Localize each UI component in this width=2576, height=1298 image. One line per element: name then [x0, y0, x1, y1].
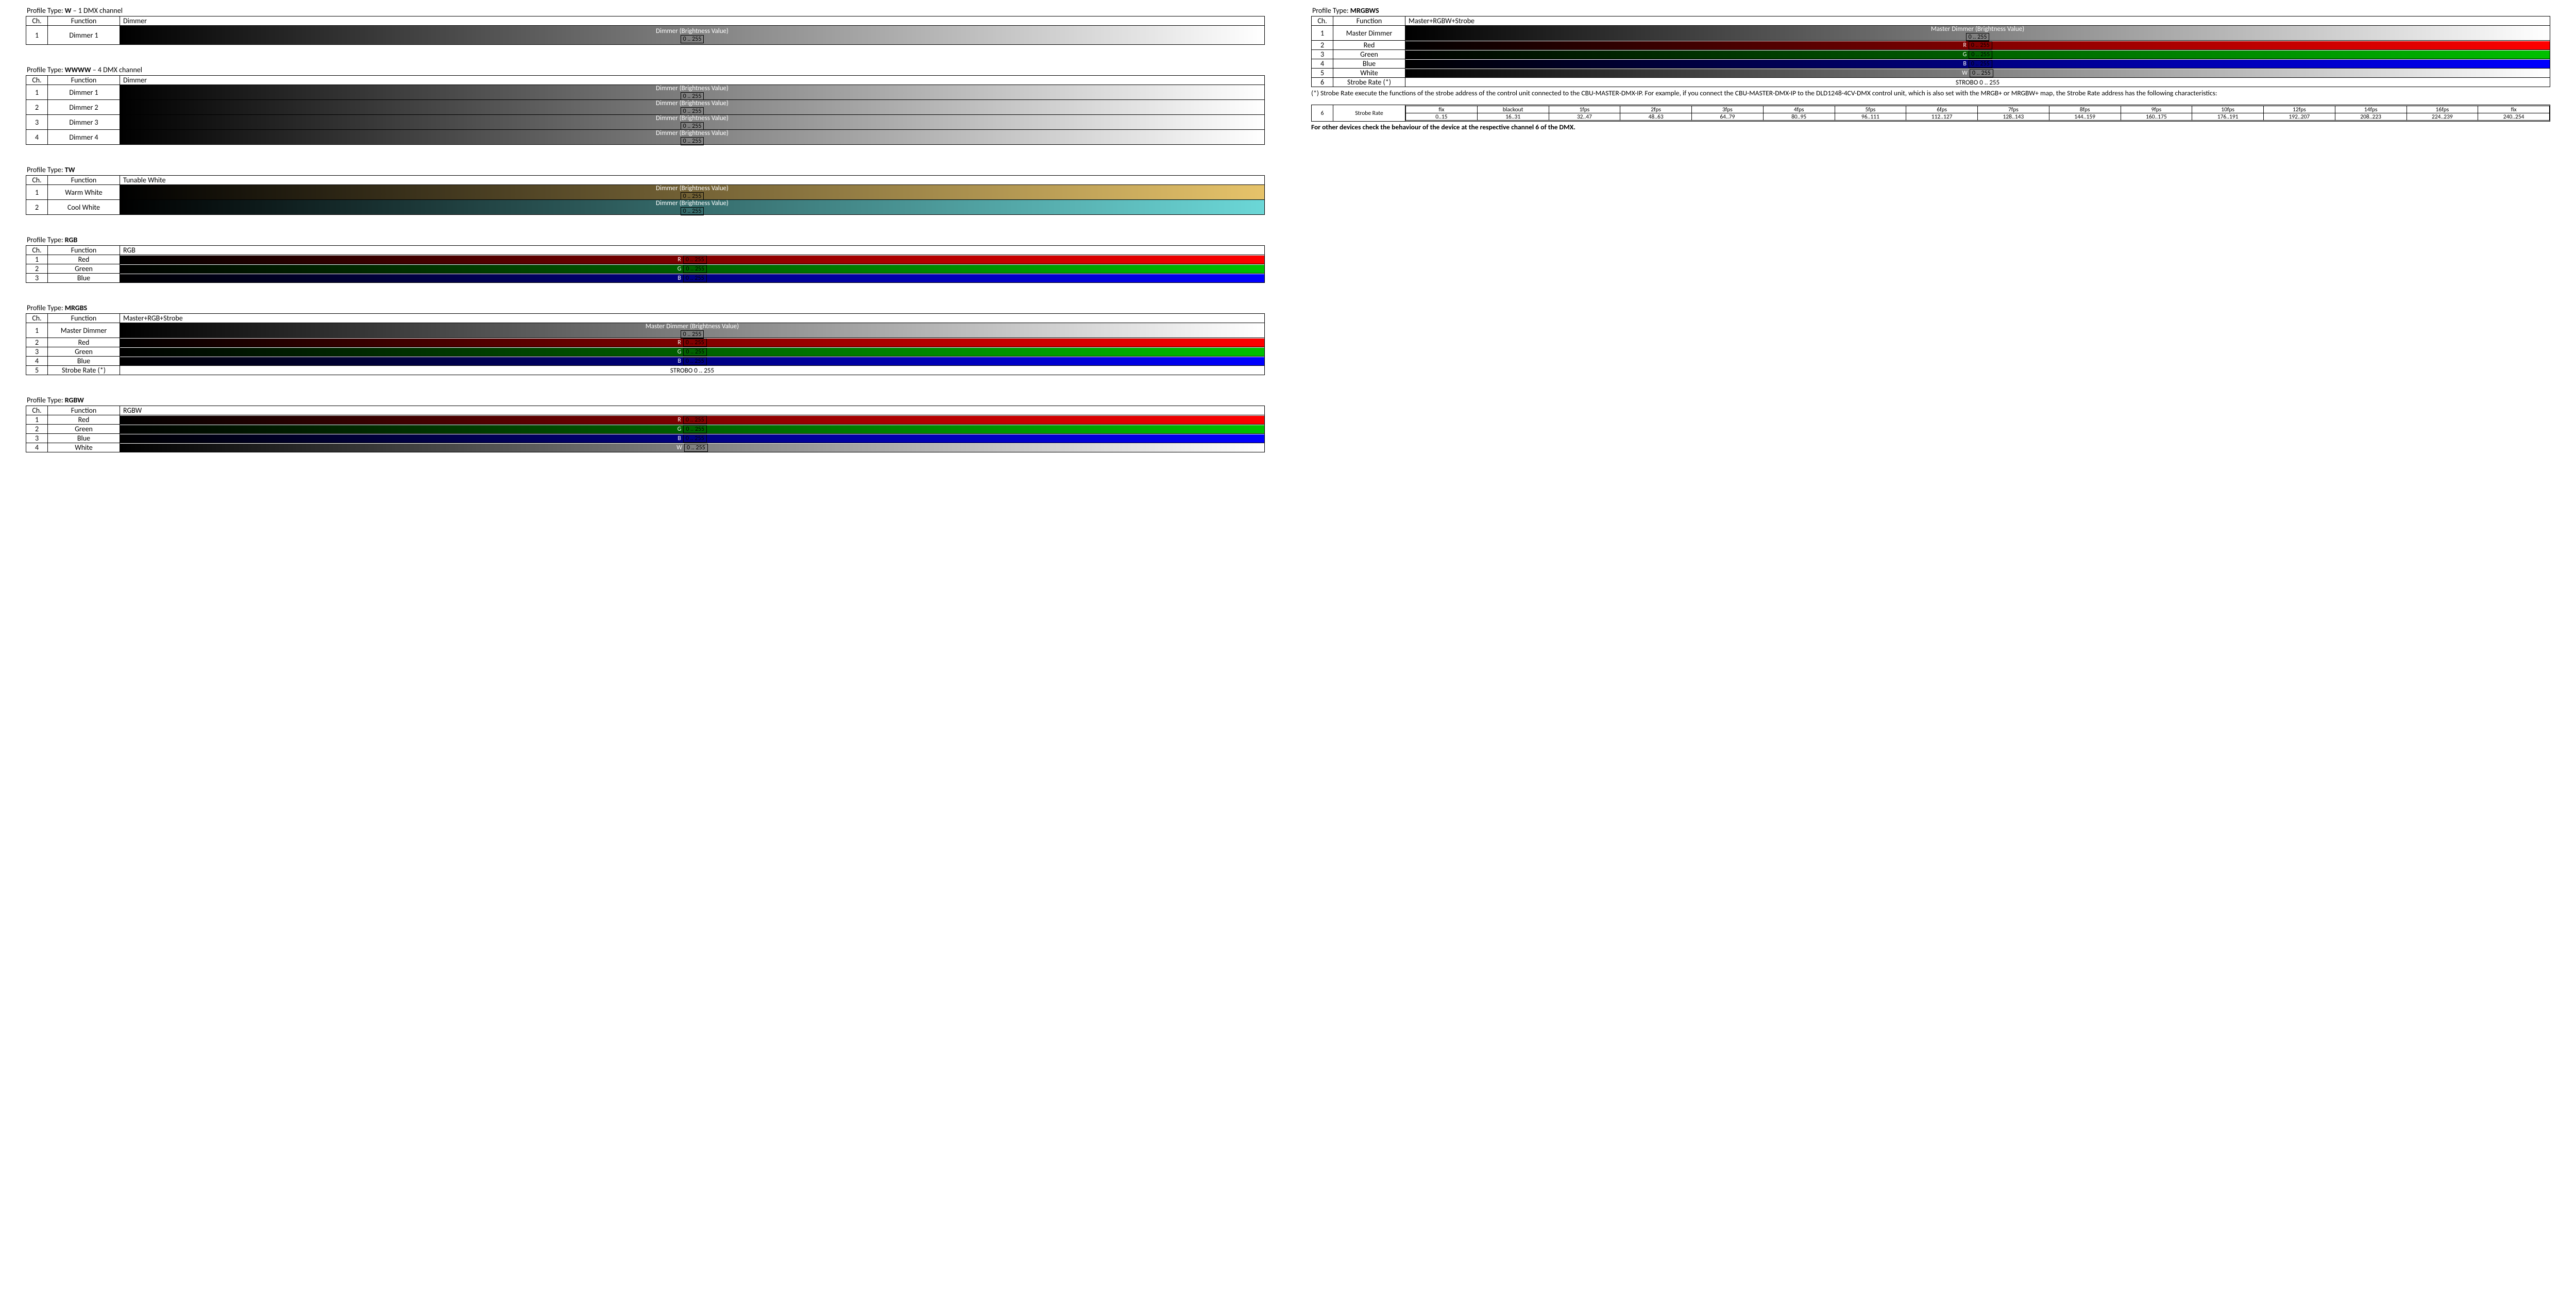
gradient-bar: B0 .. 255: [1405, 60, 2550, 68]
gradient-bar: R0 .. 255: [1405, 41, 2550, 49]
footnote-strobe: (*) Strobe Rate execute the functions of…: [1311, 89, 2550, 98]
th-fn: Function: [48, 16, 120, 26]
strobe-rate-table: 6 Strobe Rate fix blackout 1fps 2fps 3fp…: [1311, 105, 2550, 122]
profile-table: Ch. Function RGBW 1RedR0 .. 255 2GreenG0…: [26, 406, 1265, 452]
gradient-bar: W0 .. 255: [120, 444, 1264, 452]
profile-table: Ch. Function Tunable White 1Warm WhiteDi…: [26, 175, 1265, 215]
gradient-bar: Dimmer (Brightness Value)0 .. 255: [120, 115, 1264, 129]
profile-table: Ch. Function Master+RGB+Strobe 1Master D…: [26, 313, 1265, 375]
gradient-bar: R0 .. 255: [120, 256, 1264, 264]
gradient-bar: B0 .. 255: [120, 434, 1264, 443]
profile-title: Profile Type: TW: [27, 165, 1265, 174]
profile-title: Profile Type: MRGBWS: [1312, 6, 2550, 15]
gradient-bar: Dimmer (Brightness Value) 0 .. 255: [120, 26, 1264, 44]
profile-W: Profile Type: W – 1 DMX channel Ch. Func…: [26, 6, 1265, 45]
gradient-bar: G0 .. 255: [120, 425, 1264, 433]
profile-title: Profile Type: RGBW: [27, 396, 1265, 404]
strobe-labels-row: fix blackout 1fps 2fps 3fps 4fps 5fps 6f…: [1406, 106, 2550, 113]
th-ch: Ch.: [26, 16, 48, 26]
profile-WWWW: Profile Type: WWWW – 4 DMX channel Ch. F…: [26, 65, 1265, 145]
profile-RGB: Profile Type: RGB Ch. Function RGB 1RedR…: [26, 235, 1265, 283]
gradient-bar: G0 .. 255: [120, 265, 1264, 273]
gradient-bar: Master Dimmer (Brightness Value)0 .. 255: [120, 323, 1264, 338]
gradient-bar: Dimmer (Brightness Value)0 .. 255: [120, 130, 1264, 144]
profile-title: Profile Type: W – 1 DMX channel: [27, 6, 1265, 15]
gradient-bar: Master Dimmer (Brightness Value)0 .. 255: [1405, 26, 2550, 40]
strobe-rate-grid: fix blackout 1fps 2fps 3fps 4fps 5fps 6f…: [1405, 106, 2550, 121]
profile-title: Profile Type: MRGBS: [27, 304, 1265, 312]
profile-MRGBWS: Profile Type: MRGBWS Ch. Function Master…: [1311, 6, 2550, 87]
cell-value: Dimmer (Brightness Value) 0 .. 255: [120, 26, 1265, 45]
profile-RGBW: Profile Type: RGBW Ch. Function RGBW 1Re…: [26, 396, 1265, 452]
gradient-bar: G0 .. 255: [1405, 50, 2550, 59]
footnote-other-devices: For other devices check the behaviour of…: [1311, 123, 2550, 131]
cell-fn: Dimmer 1: [48, 26, 120, 45]
profile-title: Profile Type: RGB: [27, 235, 1265, 244]
gradient-bar: W0 .. 255: [1405, 69, 2550, 77]
profile-table: Ch. Function RGB 1RedR0 .. 255 2GreenG0 …: [26, 245, 1265, 283]
gradient-bar: R0 .. 255: [120, 416, 1264, 424]
strobe-ranges-row: 0..15 16..31 32..47 48..63 64..79 80..95…: [1406, 113, 2550, 121]
profile-table: Ch. Function Dimmer 1 Dimmer 1 Dimmer (B…: [26, 16, 1265, 45]
th-val: Dimmer: [120, 16, 1265, 26]
gradient-bar: G0 .. 255: [120, 348, 1264, 356]
gradient-bar: Dimmer (Brightness Value)0 .. 255: [120, 85, 1264, 99]
gradient-bar: Dimmer (Brightness Value)0 .. 255: [120, 100, 1264, 114]
gradient-bar: R0 .. 255: [120, 339, 1264, 347]
profile-MRGBS: Profile Type: MRGBS Ch. Function Master+…: [26, 304, 1265, 375]
gradient-bar: B0 .. 255: [120, 357, 1264, 365]
profile-table: Ch. Function Dimmer 1Dimmer 1Dimmer (Bri…: [26, 75, 1265, 145]
cell-ch: 1: [26, 26, 48, 45]
profile-table: Ch. Function Master+RGBW+Strobe 1Master …: [1311, 16, 2550, 87]
gradient-bar: Dimmer (Brightness Value)0 .. 255: [120, 185, 1264, 199]
profile-title: Profile Type: WWWW – 4 DMX channel: [27, 65, 1265, 74]
profile-TW: Profile Type: TW Ch. Function Tunable Wh…: [26, 165, 1265, 215]
gradient-bar: Dimmer (Brightness Value)0 .. 255: [120, 200, 1264, 214]
gradient-bar: B0 .. 255: [120, 274, 1264, 282]
